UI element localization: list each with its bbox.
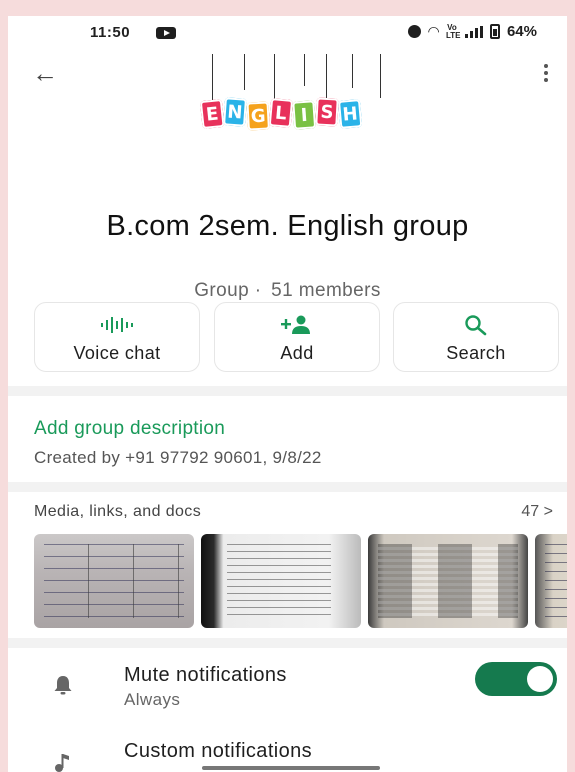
more-options-icon[interactable] [543, 64, 549, 82]
media-section-title[interactable]: Media, links, and docs [34, 503, 201, 521]
group-info-screen: 11:50 ◠ Vo LTE 64% ← ENGLISH B.com 2sem.… [8, 16, 567, 772]
home-indicator[interactable] [202, 766, 380, 770]
group-name: B.com 2sem. English group [106, 210, 469, 242]
volte-icon: Vo LTE [445, 22, 461, 40]
add-group-description-link[interactable]: Add group description [34, 418, 225, 440]
media-thumbnail[interactable] [201, 534, 361, 628]
signal-icon [464, 25, 483, 38]
logo-letter-tile: G [246, 101, 270, 131]
voice-chat-label: Voice chat [73, 343, 161, 363]
mute-notifications-title: Mute notifications [124, 664, 287, 686]
search-label: Search [446, 343, 506, 363]
media-thumbnail[interactable] [368, 534, 528, 628]
mute-toggle[interactable] [475, 662, 557, 696]
group-avatar[interactable]: ENGLISH [198, 54, 398, 134]
media-count[interactable]: 47 > [521, 503, 553, 521]
created-by-text: Created by +91 97792 90601, 9/8/22 [34, 448, 322, 467]
back-arrow-icon[interactable]: ← [32, 60, 58, 86]
toggle-knob [527, 666, 553, 692]
logo-letter-tile: S [315, 97, 339, 127]
logo-letter-tile: L [268, 98, 294, 128]
voice-chat-button[interactable]: Voice chat [34, 302, 200, 372]
section-divider [8, 482, 567, 492]
logo-letter-tile: H [337, 99, 363, 129]
search-icon [394, 315, 558, 336]
status-bar: 11:50 ◠ Vo LTE 64% [8, 16, 567, 48]
search-button[interactable]: Search [393, 302, 559, 372]
alarm-icon [408, 25, 422, 38]
logo-letter-tile: E [199, 98, 225, 130]
add-label: Add [280, 343, 314, 363]
member-count: 51 members [271, 280, 381, 301]
action-buttons: Voice chat Add Search [34, 302, 559, 372]
battery-icon [489, 24, 500, 39]
custom-notifications-title: Custom notifications [124, 740, 313, 762]
waveform-icon [35, 315, 199, 335]
logo-letter-tile: N [223, 97, 247, 127]
media-thumbnails [34, 534, 567, 630]
battery-percent: 64% [506, 23, 537, 40]
youtube-icon [156, 27, 176, 39]
mute-notifications-subtitle: Always [124, 690, 181, 709]
add-button[interactable]: Add [214, 302, 380, 372]
music-note-icon [52, 752, 72, 772]
group-type: Group [194, 280, 250, 301]
bell-icon [52, 674, 72, 696]
group-subtitle: Group · 51 members [194, 280, 381, 301]
mute-notifications-row[interactable]: Mute notifications Always [8, 656, 567, 726]
section-divider [8, 638, 567, 648]
status-time: 11:50 [90, 24, 131, 41]
media-thumbnail[interactable] [34, 534, 194, 628]
logo-tiles: ENGLISH [199, 97, 363, 131]
wifi-icon: ◠ [428, 23, 439, 39]
section-divider [8, 386, 567, 396]
media-thumbnail[interactable] [535, 534, 567, 628]
logo-letter-tile: I [292, 100, 317, 130]
add-person-icon [215, 315, 379, 335]
